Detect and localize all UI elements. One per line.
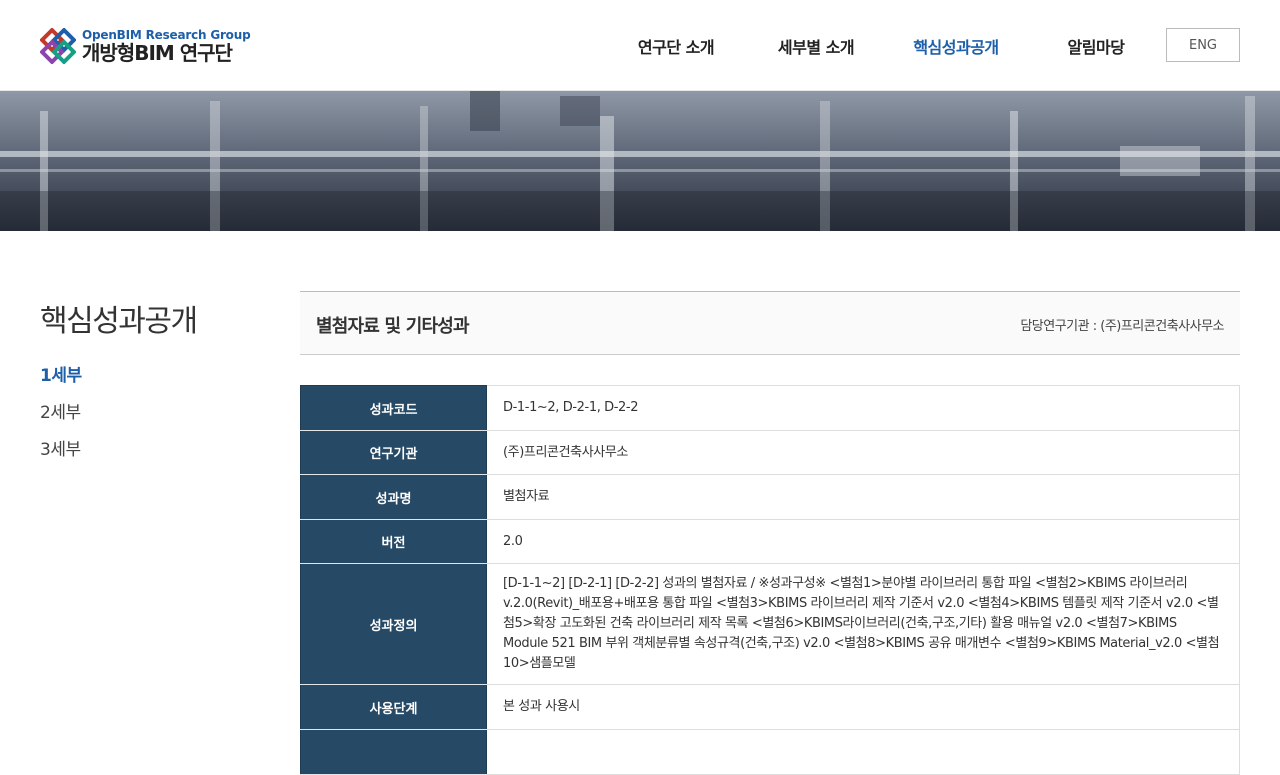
table-row: 성과코드 D-1-1~2, D-2-1, D-2-2 xyxy=(300,385,1240,431)
logo-korean-text: 개방형BIM 연구단 xyxy=(82,41,233,65)
table-row: 성과명 별첨자료 xyxy=(300,474,1240,520)
row-value xyxy=(486,729,1240,775)
row-value: (주)프리콘건축사사무소 xyxy=(486,430,1240,475)
logo-english-text: OpenBIM Research Group xyxy=(82,28,251,42)
row-label: 연구기관 xyxy=(300,430,487,475)
row-value: 본 성과 사용시 xyxy=(486,684,1240,730)
row-value: 2.0 xyxy=(486,519,1240,564)
row-label: 성과명 xyxy=(300,474,487,520)
content-header: 별첨자료 및 기타성과 담당연구기관 : (주)프리콘건축사사무소 xyxy=(300,291,1240,355)
nav-item-notice[interactable]: 알림마당 xyxy=(1040,34,1152,58)
site-header: OpenBIM Research Group 개방형BIM 연구단 연구단 소개… xyxy=(0,0,1280,91)
row-value: [D-1-1~2] [D-2-1] [D-2-2] 성과의 별첨자료 / ※성과… xyxy=(486,563,1240,685)
row-label xyxy=(300,729,487,775)
nav-item-about[interactable]: 연구단 소개 xyxy=(620,34,732,58)
logo[interactable]: OpenBIM Research Group 개방형BIM 연구단 xyxy=(39,26,251,66)
content-title: 별첨자료 및 기타성과 xyxy=(316,316,470,337)
language-button[interactable]: ENG xyxy=(1166,28,1240,62)
result-info-table: 성과코드 D-1-1~2, D-2-1, D-2-2 연구기관 (주)프리콘건축… xyxy=(300,385,1240,775)
table-row: 사용단계 본 성과 사용시 xyxy=(300,684,1240,730)
nav-item-details[interactable]: 세부별 소개 xyxy=(760,34,872,58)
logo-mark-icon xyxy=(39,27,77,65)
sidebar-item-3[interactable]: 3세부 xyxy=(40,435,82,472)
table-row xyxy=(300,729,1240,775)
sidebar-title: 핵심성과공개 xyxy=(40,304,198,339)
row-value: 별첨자료 xyxy=(486,474,1240,520)
banner-image xyxy=(0,91,1280,231)
row-label: 버전 xyxy=(300,519,487,564)
table-row: 연구기관 (주)프리콘건축사사무소 xyxy=(300,430,1240,475)
sidebar-nav: 1세부 2세부 3세부 xyxy=(40,361,82,472)
hero-banner xyxy=(0,91,1280,231)
table-row: 버전 2.0 xyxy=(300,519,1240,564)
row-label: 사용단계 xyxy=(300,684,487,730)
row-value: D-1-1~2, D-2-1, D-2-2 xyxy=(486,385,1240,431)
nav-item-results[interactable]: 핵심성과공개 xyxy=(900,34,1012,58)
content-organization: 담당연구기관 : (주)프리콘건축사사무소 xyxy=(1020,319,1224,334)
row-label: 성과정의 xyxy=(300,563,487,685)
table-row: 성과정의 [D-1-1~2] [D-2-1] [D-2-2] 성과의 별첨자료 … xyxy=(300,563,1240,685)
sidebar-item-1[interactable]: 1세부 xyxy=(40,361,82,398)
row-label: 성과코드 xyxy=(300,385,487,431)
main-nav: 연구단 소개 세부별 소개 핵심성과공개 알림마당 xyxy=(606,34,1166,58)
sidebar-item-2[interactable]: 2세부 xyxy=(40,398,82,435)
